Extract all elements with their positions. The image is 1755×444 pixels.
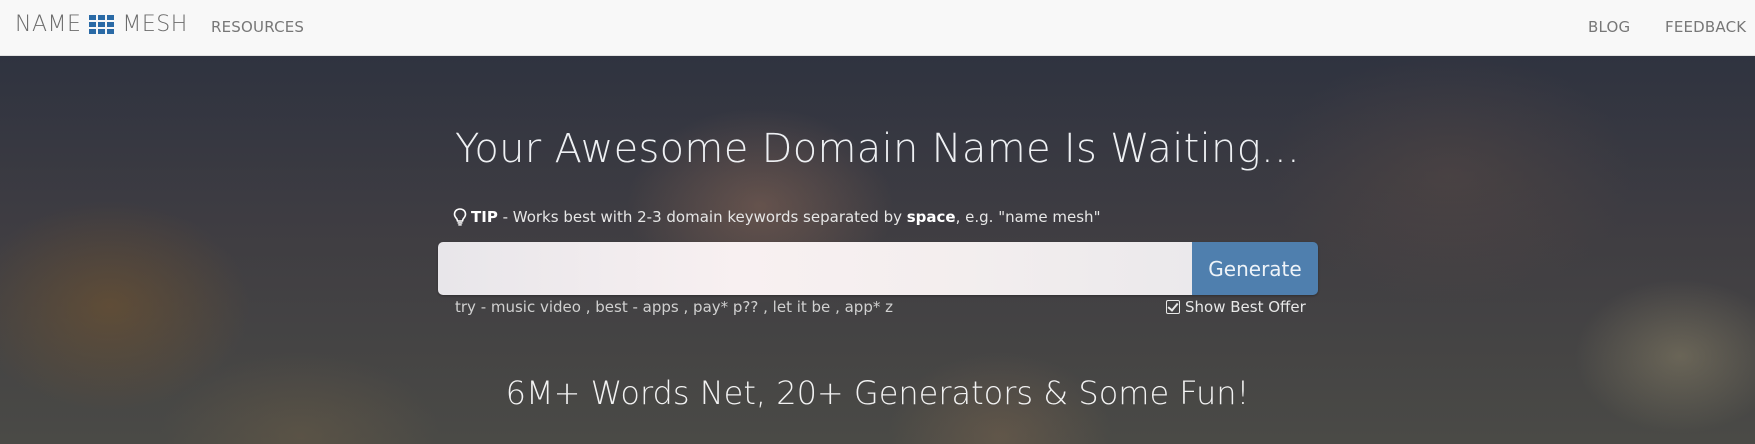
- nav-resources-link[interactable]: RESOURCES: [211, 18, 304, 36]
- tip-text-before: - Works best with 2-3 domain keywords se…: [497, 208, 907, 226]
- lightbulb-icon: [453, 208, 467, 226]
- top-navbar: NAME MESH RESOURCES BLOG FEEDBACK: [0, 0, 1755, 56]
- hero-title: Your Awesome Domain Name Is Waiting...: [454, 126, 1301, 172]
- brand-name-left: NAME: [15, 12, 82, 37]
- domain-keywords-input[interactable]: [438, 242, 1192, 295]
- tip-label: TIP: [471, 208, 498, 226]
- tip-emphasis: space: [906, 208, 956, 226]
- brand-name-right: MESH: [122, 12, 188, 37]
- try-example-link[interactable]: pay* p??: [693, 298, 758, 316]
- try-examples: try - music video , best - apps , pay* p…: [455, 298, 893, 316]
- best-offer-label: Show Best Offer: [1185, 298, 1306, 316]
- show-best-offer-checkbox[interactable]: Show Best Offer: [1166, 298, 1306, 316]
- try-example-link[interactable]: let it be: [773, 298, 831, 316]
- domain-search-form: Generate: [438, 242, 1318, 295]
- tip-text-after: , e.g. "name mesh": [955, 208, 1101, 226]
- nav-blog-link[interactable]: BLOG: [1588, 18, 1630, 36]
- try-prefix: try -: [455, 298, 491, 316]
- try-example-link[interactable]: app* z: [845, 298, 893, 316]
- nav-feedback-link[interactable]: FEEDBACK: [1665, 18, 1746, 36]
- hero-section: Your Awesome Domain Name Is Waiting... T…: [0, 56, 1755, 444]
- grid-icon: [89, 15, 115, 34]
- try-example-link[interactable]: music video: [491, 298, 581, 316]
- brand-logo[interactable]: NAME MESH: [15, 12, 188, 37]
- hero-subtitle: 6M+ Words Net, 20+ Generators & Some Fun…: [505, 374, 1250, 412]
- try-example-link[interactable]: best - apps: [595, 298, 678, 316]
- checkbox-checked-icon[interactable]: [1166, 300, 1180, 314]
- tip-line: TIP - Works best with 2-3 domain keyword…: [453, 208, 1100, 226]
- generate-button[interactable]: Generate: [1192, 242, 1318, 295]
